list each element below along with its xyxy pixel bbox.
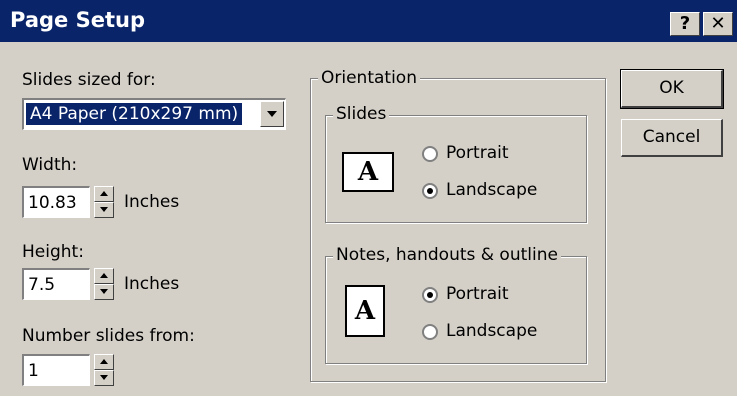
arrow-up-icon — [100, 359, 108, 364]
arrow-up-icon — [100, 191, 108, 196]
number-spin-up[interactable] — [94, 354, 114, 370]
width-field[interactable]: 10.83 — [22, 186, 90, 218]
arrow-down-icon — [100, 289, 108, 294]
slides-portrait-label[interactable]: Portrait — [446, 143, 509, 163]
dropdown-button[interactable] — [260, 101, 284, 127]
notes-portrait-radio[interactable] — [422, 287, 438, 303]
slides-sized-for-value: A4 Paper (210x297 mm) — [26, 103, 243, 125]
height-spin-down[interactable] — [94, 284, 114, 300]
width-label: Width: — [22, 155, 78, 175]
slides-portrait-radio[interactable] — [422, 146, 438, 162]
slides-landscape-radio[interactable] — [422, 183, 438, 199]
arrow-down-icon — [100, 207, 108, 212]
close-button[interactable]: ✕ — [703, 12, 733, 36]
height-spinner[interactable] — [94, 268, 114, 300]
arrow-up-icon — [100, 273, 108, 278]
slides-orientation-legend: Slides — [333, 104, 390, 124]
orientation-legend: Orientation — [318, 68, 420, 88]
notes-orientation-legend: Notes, handouts & outline — [333, 245, 561, 265]
notes-landscape-radio[interactable] — [422, 324, 438, 340]
dialog-title: Page Setup — [10, 8, 145, 32]
height-field[interactable]: 7.5 — [22, 268, 90, 300]
number-slides-from-field[interactable]: 1 — [22, 354, 90, 386]
ok-button[interactable]: OK — [620, 69, 724, 109]
chevron-down-icon — [267, 111, 277, 117]
number-slides-from-label: Number slides from: — [22, 326, 195, 346]
arrow-down-icon — [100, 375, 108, 380]
width-spin-down[interactable] — [94, 202, 114, 218]
number-slides-from-value: 1 — [28, 361, 39, 381]
slides-landscape-label[interactable]: Landscape — [446, 180, 537, 200]
width-spin-up[interactable] — [94, 186, 114, 202]
landscape-page-icon: A — [342, 152, 394, 192]
height-label: Height: — [22, 242, 84, 262]
notes-portrait-label[interactable]: Portrait — [446, 284, 509, 304]
title-bar: Page Setup ? ✕ — [0, 0, 737, 42]
slides-sized-for-label: Slides sized for: — [22, 70, 156, 90]
close-icon: ✕ — [710, 13, 726, 34]
height-value: 7.5 — [28, 275, 56, 295]
width-spinner[interactable] — [94, 186, 114, 218]
height-spin-up[interactable] — [94, 268, 114, 284]
width-value: 10.83 — [28, 193, 77, 213]
slides-sized-for-select[interactable]: A4 Paper (210x297 mm) — [22, 98, 286, 130]
number-spin-down[interactable] — [94, 370, 114, 386]
height-unit: Inches — [124, 274, 180, 294]
cancel-button[interactable]: Cancel — [621, 119, 723, 157]
help-button[interactable]: ? — [670, 12, 700, 36]
portrait-page-icon: A — [345, 285, 385, 337]
number-slides-spinner[interactable] — [94, 354, 114, 386]
notes-landscape-label[interactable]: Landscape — [446, 321, 537, 341]
width-unit: Inches — [124, 192, 180, 212]
